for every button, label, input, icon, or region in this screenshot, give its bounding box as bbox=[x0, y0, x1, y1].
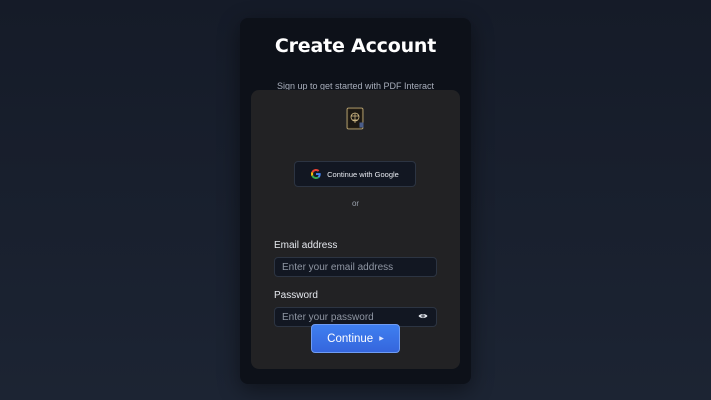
signup-card: Create Account Sign up to get started wi… bbox=[240, 18, 471, 384]
signup-form-panel: Continue with Google or Email address Pa… bbox=[251, 90, 460, 369]
google-icon bbox=[311, 169, 321, 179]
email-label: Email address bbox=[274, 240, 338, 251]
email-field[interactable] bbox=[274, 257, 437, 277]
continue-with-google-button[interactable]: Continue with Google bbox=[294, 161, 416, 187]
caret-right-icon: ▶ bbox=[379, 336, 384, 342]
continue-button-label: Continue bbox=[327, 332, 374, 345]
or-divider: or bbox=[351, 199, 360, 208]
password-label: Password bbox=[274, 290, 318, 301]
continue-button[interactable]: Continue ▶ bbox=[311, 324, 400, 353]
app-logo-icon bbox=[346, 107, 364, 130]
page-title: Create Account bbox=[274, 35, 437, 57]
google-button-label: Continue with Google bbox=[327, 169, 399, 179]
eye-icon[interactable] bbox=[418, 312, 428, 320]
